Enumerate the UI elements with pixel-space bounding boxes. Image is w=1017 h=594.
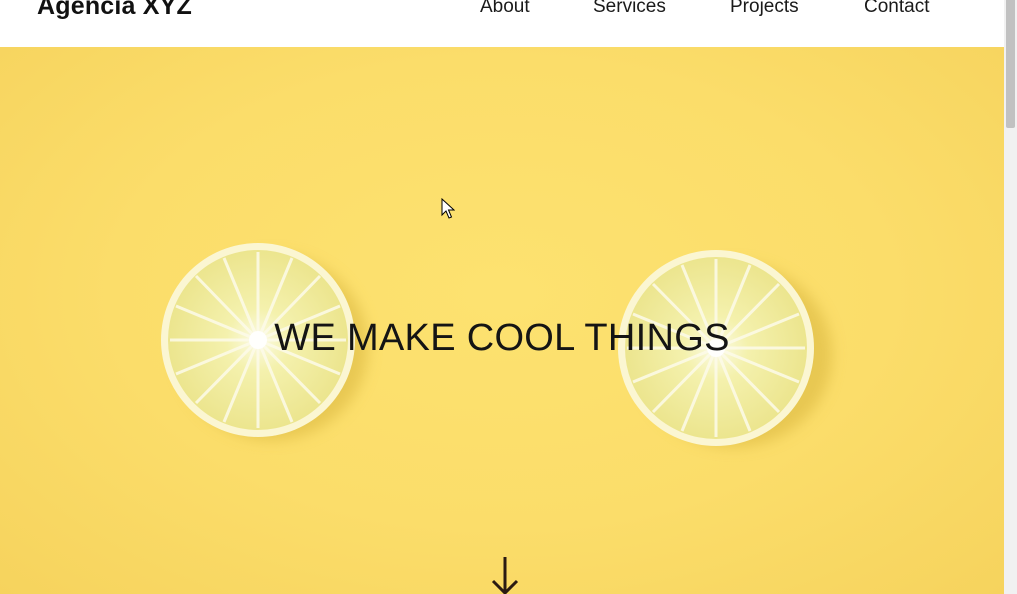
nav-link-services[interactable]: Services (593, 0, 666, 18)
vertical-scrollbar[interactable] (1004, 0, 1017, 594)
nav-link-projects[interactable]: Projects (730, 0, 799, 18)
main-nav: About Services Projects Contact (0, 0, 1004, 26)
scrollbar-thumb[interactable] (1006, 0, 1015, 128)
hero-title: WE MAKE COOL THINGS (274, 317, 730, 359)
nav-link-contact[interactable]: Contact (864, 0, 929, 18)
browser-viewport: Agência XYZ About Services Projects Cont… (0, 0, 1017, 594)
hero-section: WE MAKE COOL THINGS (0, 47, 1004, 594)
nav-link-about[interactable]: About (480, 0, 530, 18)
site-header: Agência XYZ About Services Projects Cont… (0, 0, 1004, 47)
arrow-down-icon[interactable] (488, 555, 522, 594)
